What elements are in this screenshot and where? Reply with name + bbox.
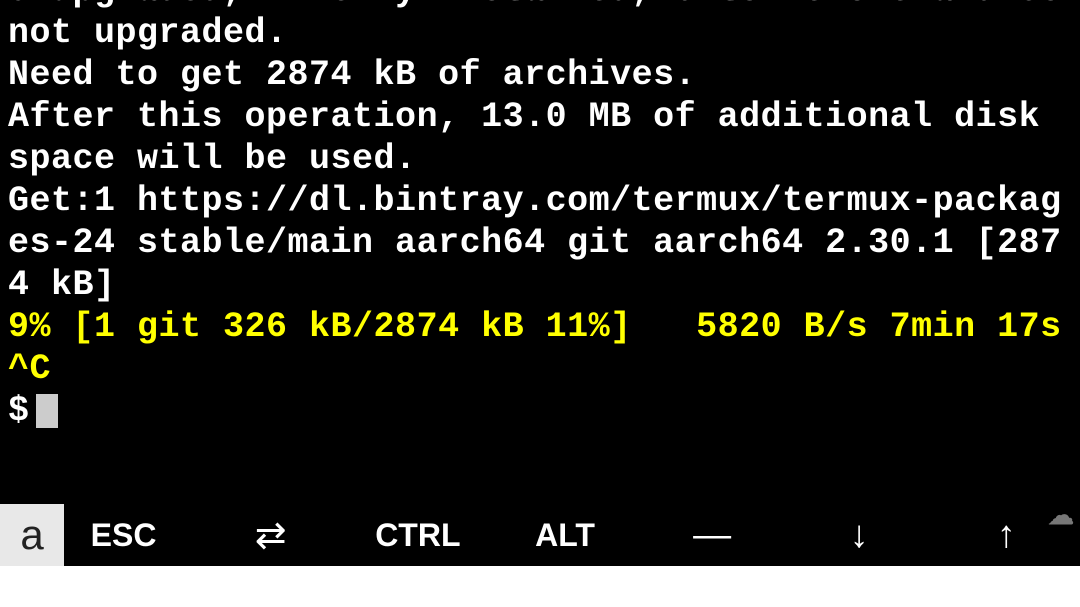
alt-key-label: ALT <box>535 517 595 554</box>
ime-letter: a <box>20 511 43 559</box>
esc-key-label: ESC <box>91 517 157 554</box>
prompt-line[interactable]: $ <box>8 390 1072 432</box>
arrow-down-icon: ↓ <box>850 514 869 557</box>
tab-key[interactable]: ⇄ <box>197 504 344 565</box>
prompt-symbol: $ <box>8 390 30 432</box>
bottom-gap <box>0 566 1080 607</box>
cloud-icon: ☁ <box>1048 500 1074 531</box>
terminal-line: After this operation, 13.0 MB of additio… <box>8 96 1072 180</box>
terminal-line: Get:1 https://dl.bintray.com/termux/term… <box>8 180 1072 306</box>
alt-key[interactable]: ALT <box>491 504 638 565</box>
terminal-line: 0 upgraded, 1 newly installed, 0 to remo… <box>8 0 1072 54</box>
ctrl-key-label: CTRL <box>375 517 460 554</box>
terminal-line: Need to get 2874 kB of archives. <box>8 54 1072 96</box>
ime-indicator[interactable]: a <box>0 504 64 566</box>
dash-glyph: — <box>693 514 731 557</box>
extra-keys-row: a ESC ⇄ CTRL ALT — ↓ ↑ ☁ <box>0 504 1080 565</box>
dash-key[interactable]: — <box>639 504 786 565</box>
arrow-up-icon: ↑ <box>997 514 1016 557</box>
up-key[interactable]: ↑ ☁ <box>933 504 1080 565</box>
terminal-line: 9% [1 git 326 kB/2874 kB 11%] 5820 B/s 7… <box>8 306 1072 390</box>
down-key[interactable]: ↓ <box>786 504 933 565</box>
terminal-output[interactable]: 0 upgraded, 1 newly installed, 0 to remo… <box>0 0 1080 504</box>
tab-icon: ⇄ <box>255 513 287 558</box>
terminal-cursor <box>36 394 58 428</box>
ctrl-key[interactable]: CTRL <box>344 504 491 565</box>
